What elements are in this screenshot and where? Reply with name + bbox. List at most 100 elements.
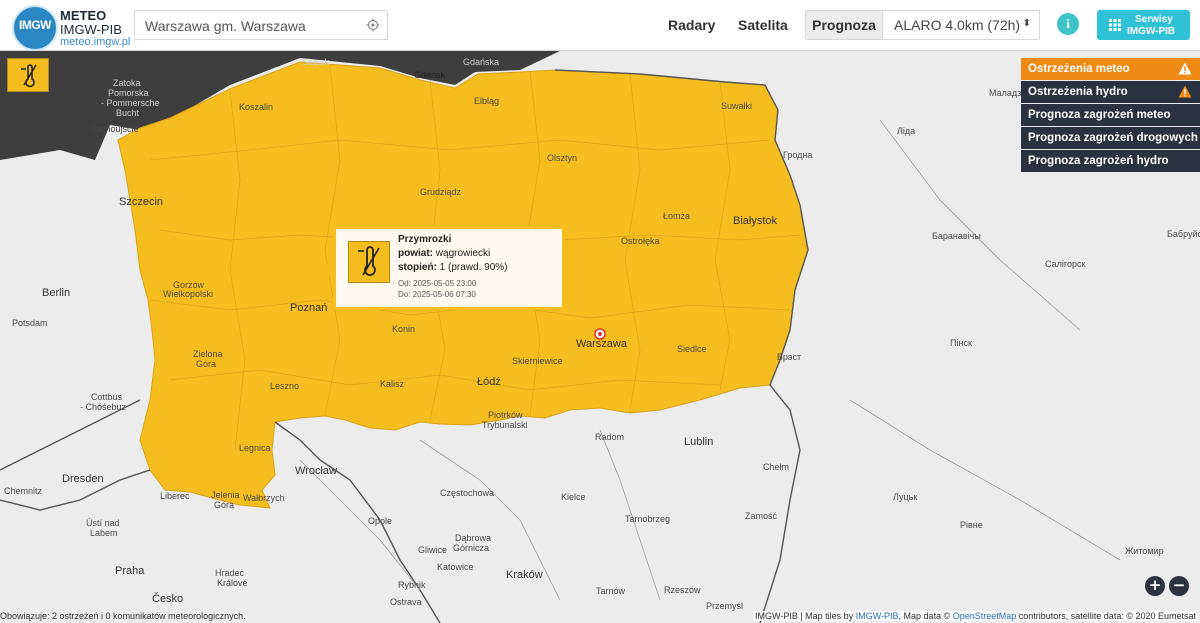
city-label: Брэст bbox=[777, 352, 802, 362]
city-label: Ostrołęka bbox=[621, 236, 660, 246]
city-label: Trybunalski bbox=[482, 420, 528, 430]
city-label: Legnica bbox=[239, 443, 271, 453]
map-canvas[interactable]: Słupsk Gdańsk Elbląg Koszalin Suwałki Św… bbox=[0, 51, 1200, 623]
popup-powiat: powiat: wągrowiecki bbox=[398, 248, 490, 259]
city-label: Луцьк bbox=[893, 492, 918, 502]
attrib-prefix: IMGW-PIB | Map tiles by bbox=[755, 611, 856, 621]
city-label: Hradec bbox=[215, 568, 245, 578]
warning-icon bbox=[1178, 85, 1192, 98]
city-label: Пінск bbox=[950, 338, 972, 348]
city-label: Częstochowa bbox=[440, 488, 495, 498]
menu-item-label: Ostrzeżenia hydro bbox=[1028, 86, 1128, 98]
zoom-out-button[interactable]: − bbox=[1169, 576, 1189, 596]
layer-menu: Ostrzeżenia meteo Ostrzeżenia hydro Prog… bbox=[1021, 58, 1200, 173]
popup-powiat-label: powiat: bbox=[398, 248, 433, 259]
imgw-logo[interactable]: IMGW bbox=[12, 5, 58, 51]
city-label: Warszawa bbox=[576, 338, 627, 350]
popup-pointer bbox=[323, 259, 333, 279]
city-label: Przemyśl bbox=[706, 601, 744, 611]
popup-stopien-label: stopień: bbox=[398, 262, 437, 273]
city-label: Łódź bbox=[477, 376, 501, 388]
city-label: - Chóśebuz bbox=[80, 402, 127, 412]
city-label: Labem bbox=[90, 528, 118, 538]
brand-url[interactable]: meteo.imgw.pl bbox=[60, 36, 130, 48]
city-label: Ústí nad bbox=[86, 518, 120, 528]
prognoza-label[interactable]: Prognoza bbox=[806, 11, 883, 39]
serwisy-button[interactable]: Serwisy IMGW-PIB bbox=[1097, 10, 1190, 40]
city-label: Piotrków bbox=[488, 410, 523, 420]
map-graphics bbox=[0, 51, 1200, 623]
city-label: Tarnobrzeg bbox=[625, 514, 671, 524]
nav-satelita[interactable]: Satelita bbox=[738, 17, 788, 33]
serwisy-label: Serwisy bbox=[1135, 14, 1173, 25]
city-label: Cottbus bbox=[91, 392, 123, 402]
menu-ostrzezenia-meteo[interactable]: Ostrzeżenia meteo bbox=[1021, 58, 1200, 80]
city-label: Dresden bbox=[62, 473, 104, 485]
brand-subtitle: IMGW-PIB bbox=[60, 22, 122, 37]
thermometer-frost-icon bbox=[348, 241, 390, 283]
city-label: Opole bbox=[368, 516, 393, 526]
menu-prognoza-meteo[interactable]: Prognoza zagrożeń meteo bbox=[1021, 104, 1200, 126]
city-label: Kraków bbox=[506, 569, 543, 581]
city-label: Салігорск bbox=[1045, 259, 1086, 269]
city-label: Баранавічы bbox=[932, 231, 981, 241]
menu-item-label: Ostrzeżenia meteo bbox=[1028, 63, 1130, 75]
popup-to: Do: 2025-05-06 07:30 bbox=[398, 290, 476, 299]
nav-radary[interactable]: Radary bbox=[668, 17, 715, 33]
menu-item-label: Prognoza zagrożeń drogowych bbox=[1028, 132, 1198, 144]
city-label: Рівне bbox=[960, 520, 983, 530]
city-label: Leszno bbox=[270, 381, 300, 391]
model-select[interactable]: ALARO 4.0km (72h) bbox=[894, 17, 1020, 33]
city-label: Житомир bbox=[1125, 546, 1164, 556]
top-bar: IMGW METEO IMGW-PIB meteo.imgw.pl Warsza… bbox=[0, 0, 1200, 51]
warning-icon bbox=[1178, 62, 1192, 75]
city-label: Гродна bbox=[783, 150, 813, 160]
city-label: Góra bbox=[214, 500, 235, 510]
city-label: Skierniewice bbox=[512, 356, 563, 366]
city-label: Kalisz bbox=[380, 379, 405, 389]
locate-icon[interactable] bbox=[366, 18, 380, 32]
city-label: Grudziądz bbox=[420, 187, 462, 197]
attrib-mid: , Map data © bbox=[898, 611, 953, 621]
city-label: Dąbrowa bbox=[455, 533, 492, 543]
city-label: Słupsk bbox=[302, 57, 330, 67]
city-label: Ліда bbox=[897, 126, 916, 136]
location-search-input[interactable]: Warszawa gm. Warszawa bbox=[134, 10, 388, 40]
popup-stopien: stopień: 1 (prawd. 90%) bbox=[398, 262, 507, 273]
frost-layer-button[interactable] bbox=[7, 58, 49, 92]
menu-ostrzezenia-hydro[interactable]: Ostrzeżenia hydro bbox=[1021, 81, 1200, 103]
city-label: Česko bbox=[152, 593, 184, 605]
menu-prognoza-hydro[interactable]: Prognoza zagrożeń hydro bbox=[1021, 150, 1200, 172]
menu-prognoza-drogowych[interactable]: Prognoza zagrożeń drogowych bbox=[1021, 127, 1200, 149]
city-label: Gliwice bbox=[418, 545, 448, 555]
popup-stopien-value: 1 (prawd. 90%) bbox=[439, 262, 508, 273]
prognoza-selector[interactable]: Prognoza ALARO 4.0km (72h) ⬍ bbox=[805, 10, 1040, 40]
attrib-tiles-link[interactable]: IMGW-PIB bbox=[856, 611, 899, 621]
serwisy-sublabel: IMGW-PIB bbox=[1127, 26, 1176, 37]
city-label: Rybnik bbox=[398, 580, 426, 590]
grid-icon bbox=[1109, 19, 1121, 31]
city-label: Tarnów bbox=[596, 586, 626, 596]
city-label: Wałbrzych bbox=[243, 493, 285, 503]
city-label: Konin bbox=[392, 324, 416, 334]
city-label: Koszalin bbox=[239, 102, 274, 112]
city-label: Olsztyn bbox=[547, 153, 578, 163]
map-attribution: IMGW-PIB | Map tiles by IMGW-PIB, Map da… bbox=[753, 611, 1198, 621]
city-label: Chełm bbox=[763, 462, 790, 472]
popup-powiat-value: wągrowiecki bbox=[435, 248, 491, 259]
city-label: Chemnitz bbox=[4, 486, 43, 496]
city-label: Poznań bbox=[290, 302, 328, 314]
info-button[interactable]: i bbox=[1057, 13, 1079, 35]
select-arrows-icon: ⬍ bbox=[1022, 18, 1031, 29]
city-label: Králové bbox=[217, 578, 248, 588]
sea-label: Zatoka bbox=[113, 78, 141, 88]
city-label: Górnicza bbox=[453, 543, 490, 553]
city-label: Elbląg bbox=[474, 96, 500, 106]
sea-label: Pomorska bbox=[108, 88, 149, 98]
city-label: Łomża bbox=[663, 211, 691, 221]
city-label: Zielona bbox=[193, 349, 223, 359]
city-label: Siedlce bbox=[677, 344, 707, 354]
sea-label: Gdańska bbox=[463, 57, 500, 67]
osm-link[interactable]: OpenStreetMap bbox=[953, 611, 1017, 621]
zoom-in-button[interactable]: + bbox=[1145, 576, 1165, 596]
